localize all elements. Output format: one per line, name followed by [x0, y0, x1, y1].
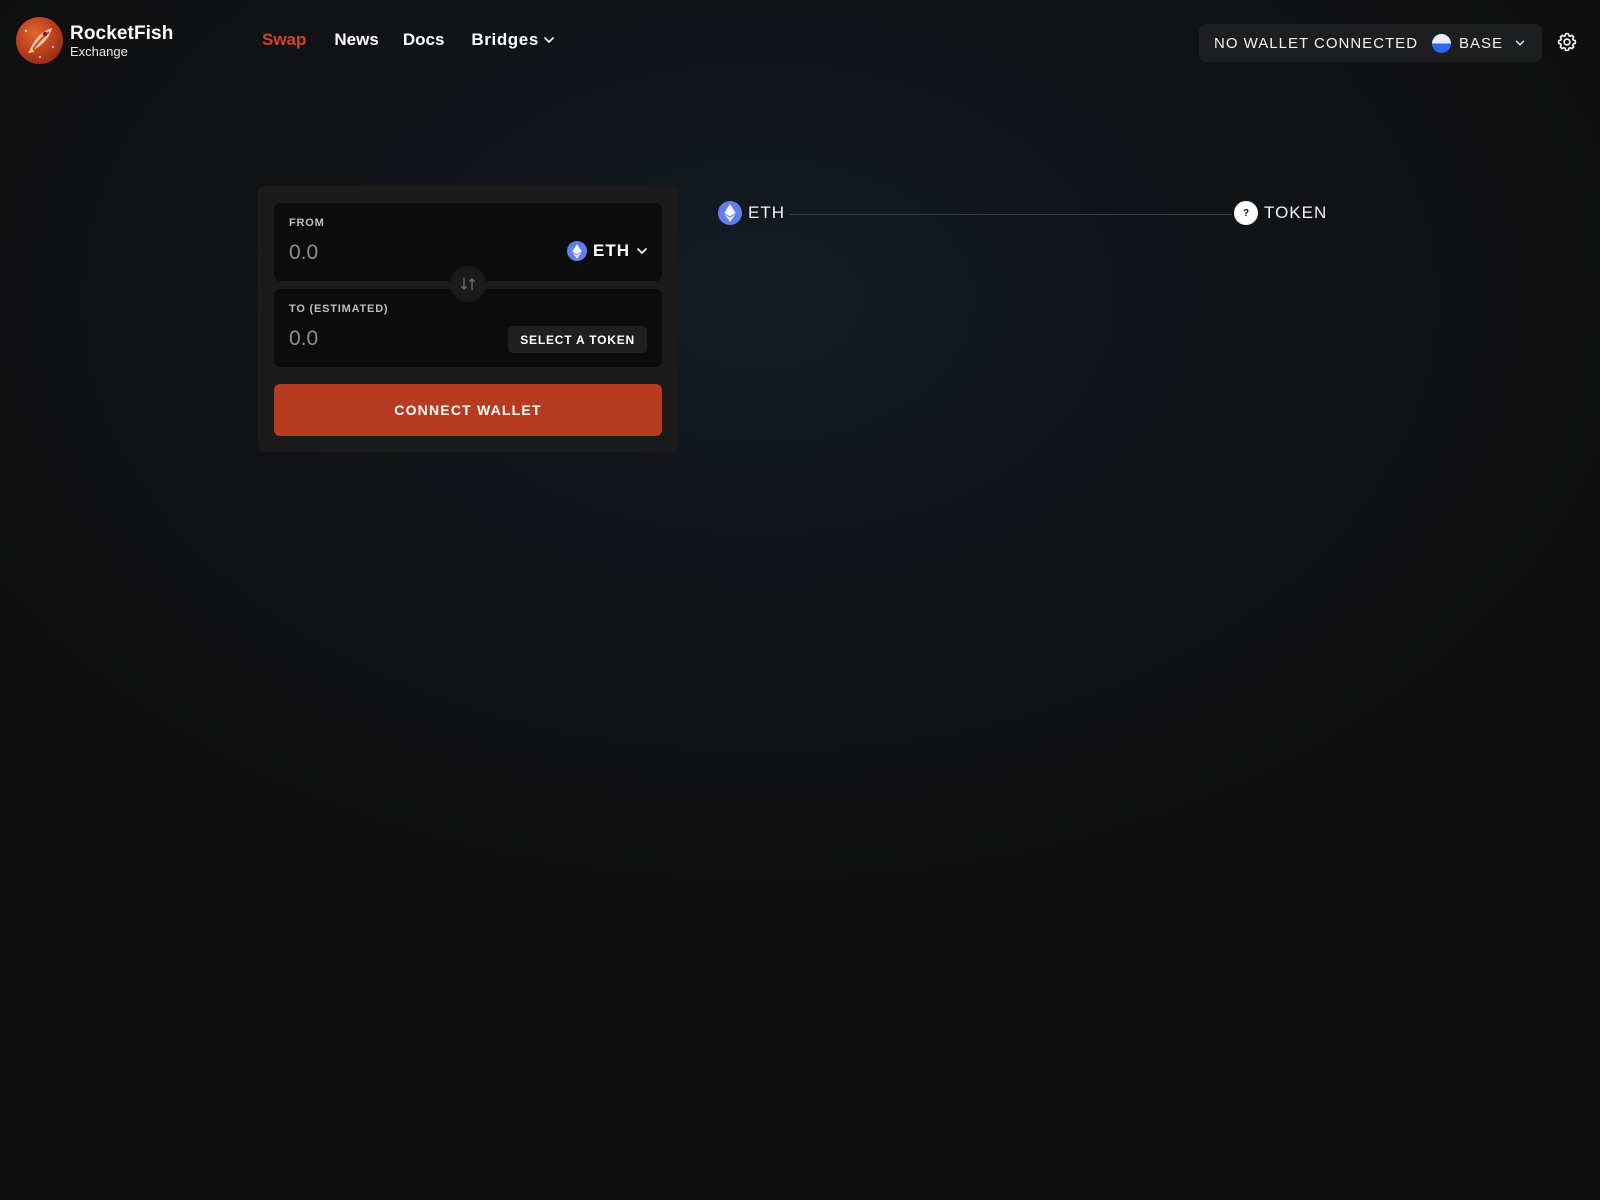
chevron-down-icon — [544, 37, 554, 43]
from-amount-input[interactable] — [289, 241, 489, 265]
settings-gear-icon[interactable] — [1556, 31, 1578, 53]
swap-arrows-icon — [461, 277, 475, 291]
nav-swap[interactable]: Swap — [262, 30, 306, 50]
swap-panel: FROM ETH TO (ESTIMATED) SELECT A TOKEN C… — [258, 186, 678, 452]
chevron-down-icon — [1515, 40, 1525, 46]
route-from-label: ETH — [748, 203, 785, 222]
unknown-token-icon: ? — [1234, 201, 1258, 225]
nav-bridges-dropdown[interactable]: Bridges — [471, 30, 555, 50]
header: RocketFish Exchange Swap News Docs Bridg… — [0, 0, 1600, 84]
from-token-name: ETH — [593, 241, 630, 260]
brand-subtitle: Exchange — [70, 43, 128, 59]
from-token-selector[interactable]: ETH — [567, 241, 648, 261]
chevron-down-icon — [637, 248, 647, 254]
to-label: TO (ESTIMATED) — [289, 303, 389, 315]
eth-icon — [718, 201, 742, 225]
swap-route: ETH ? TOKEN — [718, 201, 1328, 227]
network-label: BASE — [1459, 34, 1504, 52]
connect-wallet-button[interactable]: CONNECT WALLET — [274, 384, 662, 436]
route-to-node: ? TOKEN — [1234, 201, 1327, 225]
brand-name: RocketFish — [70, 22, 174, 44]
flip-tokens-button[interactable] — [450, 266, 486, 302]
rocket-fish-logo-icon — [16, 17, 63, 64]
nav-docs[interactable]: Docs — [403, 30, 445, 50]
base-network-icon — [1432, 33, 1451, 53]
select-token-button[interactable]: SELECT A TOKEN — [508, 326, 647, 353]
wallet-status[interactable]: NO WALLET CONNECTED — [1214, 35, 1418, 52]
wallet-bar: NO WALLET CONNECTED BASE — [1199, 24, 1542, 62]
route-to-label: TOKEN — [1264, 203, 1328, 222]
nav-bridges-label: Bridges — [471, 30, 539, 49]
logo[interactable]: RocketFish Exchange — [16, 17, 173, 64]
route-line — [790, 214, 1232, 215]
main-nav: Swap News Docs Bridges — [262, 30, 555, 50]
network-selector[interactable]: BASE — [1432, 24, 1527, 62]
from-label: FROM — [289, 217, 325, 229]
eth-icon — [567, 241, 587, 261]
route-from-node: ETH — [718, 201, 785, 225]
to-amount-input[interactable] — [289, 327, 489, 351]
nav-news[interactable]: News — [334, 30, 378, 50]
